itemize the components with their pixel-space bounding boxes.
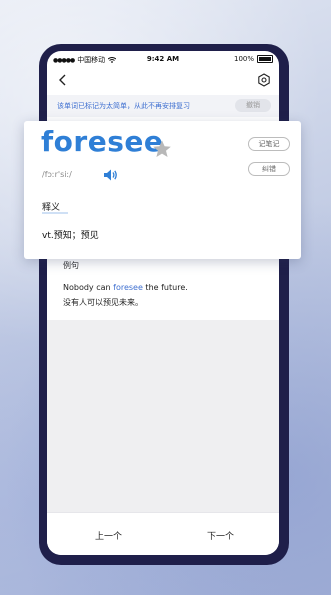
star-icon[interactable] [152, 139, 172, 159]
undo-button[interactable]: 撤销 [235, 99, 271, 112]
word-title: foresee [41, 125, 164, 158]
word-card: foresee 记笔记 纠错 /fɔːr'siː/ 释义 vt.预知；预见 [24, 121, 301, 259]
status-bar: ●●●●● 中国移动 9:42 AM 100% [47, 51, 279, 68]
definition-underline [42, 212, 68, 214]
notice-text: 该单词已标记为太简单，从此不再安排复习 [57, 102, 190, 110]
example-sentence: Nobody can foresee the future. [63, 283, 188, 292]
notice-bar: 该单词已标记为太简单，从此不再安排复习 撤销 [47, 95, 279, 117]
example-translation: 没有人可以预见未来。 [63, 298, 143, 307]
back-arrow-icon[interactable] [55, 72, 71, 88]
take-note-button[interactable]: 记笔记 [248, 137, 290, 151]
next-button[interactable]: 下一个 [207, 529, 234, 542]
report-error-button[interactable]: 纠错 [248, 162, 290, 176]
example-highlight-word: foresee [113, 283, 143, 292]
prev-button[interactable]: 上一个 [95, 529, 122, 542]
example-sentence-end: the future. [142, 283, 188, 292]
example-label: 例句 [63, 261, 79, 270]
empty-area [47, 320, 279, 512]
speaker-icon[interactable] [102, 167, 118, 183]
settings-icon[interactable] [257, 73, 271, 87]
example-sentence-start: Nobody can [63, 283, 114, 292]
nav-bar [47, 69, 279, 93]
definition-text: vt.预知；预见 [42, 231, 99, 241]
bottom-nav: 上一个 下一个 [47, 512, 279, 555]
phonetic: /fɔːr'siː/ [42, 170, 72, 179]
battery-percent: 100% [233, 55, 254, 63]
battery-icon [257, 55, 273, 63]
